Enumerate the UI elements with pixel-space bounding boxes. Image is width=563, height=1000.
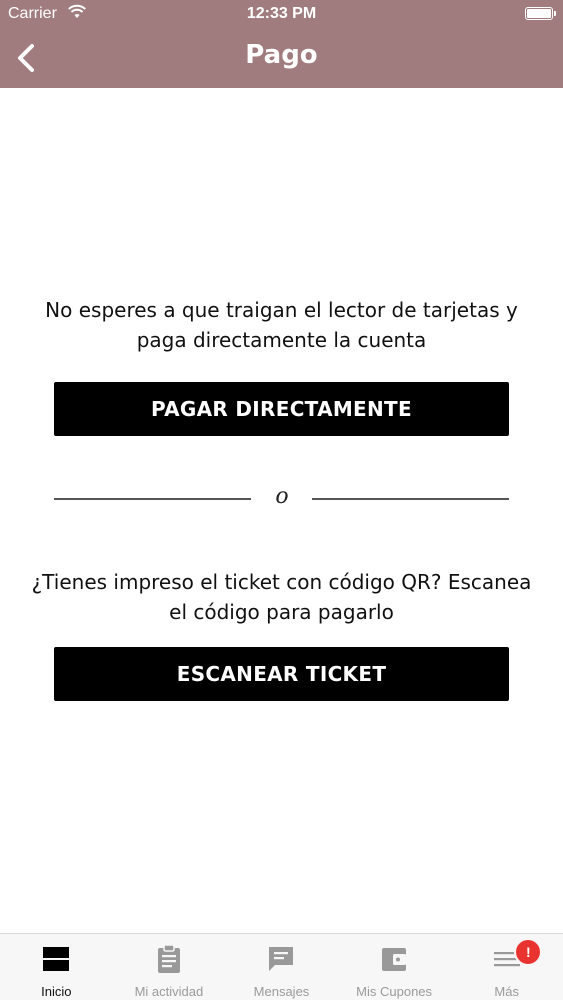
message-icon [269, 947, 294, 971]
direct-pay-message: No esperes a que traigan el lector de ta… [45, 298, 518, 352]
tab-label: Mi actividad [134, 984, 204, 999]
scan-message: ¿Tienes impreso el ticket con código QR?… [31, 570, 532, 624]
divider-or-text: o [275, 484, 289, 509]
home-icon [43, 947, 70, 971]
tab-mis-cupones[interactable]: Mis Cupones [338, 934, 451, 1000]
pay-directly-button[interactable]: PAGAR DIRECTAMENTE [54, 382, 509, 436]
tab-label: Más [494, 984, 519, 999]
divider-left-line [54, 498, 251, 500]
tab-label: Mensajes [253, 984, 310, 999]
status-bar: Carrier 12:33 PM [0, 0, 563, 28]
page-title: Pago [245, 40, 318, 70]
clipboard-icon [157, 944, 180, 973]
tab-mas[interactable]: ! Más [450, 934, 563, 1000]
tab-mensajes[interactable]: Mensajes [225, 934, 338, 1000]
wallet-icon [382, 948, 407, 971]
battery-icon [525, 7, 556, 20]
top-bar: Carrier 12:33 PM Pago [0, 0, 563, 88]
notification-badge: ! [514, 938, 543, 966]
scan-ticket-button[interactable]: ESCANEAR TICKET [54, 647, 509, 701]
tab-inicio[interactable]: Inicio [0, 934, 113, 1000]
tab-mi-actividad[interactable]: Mi actividad [113, 934, 226, 1000]
tab-bar: Inicio Mi actividad Mensajes Mis Cupones [0, 933, 563, 1000]
tab-label: Inicio [41, 984, 72, 999]
nav-bar: Pago [0, 28, 563, 88]
divider-right-line [312, 498, 509, 500]
status-time: 12:33 PM [246, 5, 317, 22]
tab-label: Mis Cupones [356, 984, 433, 999]
